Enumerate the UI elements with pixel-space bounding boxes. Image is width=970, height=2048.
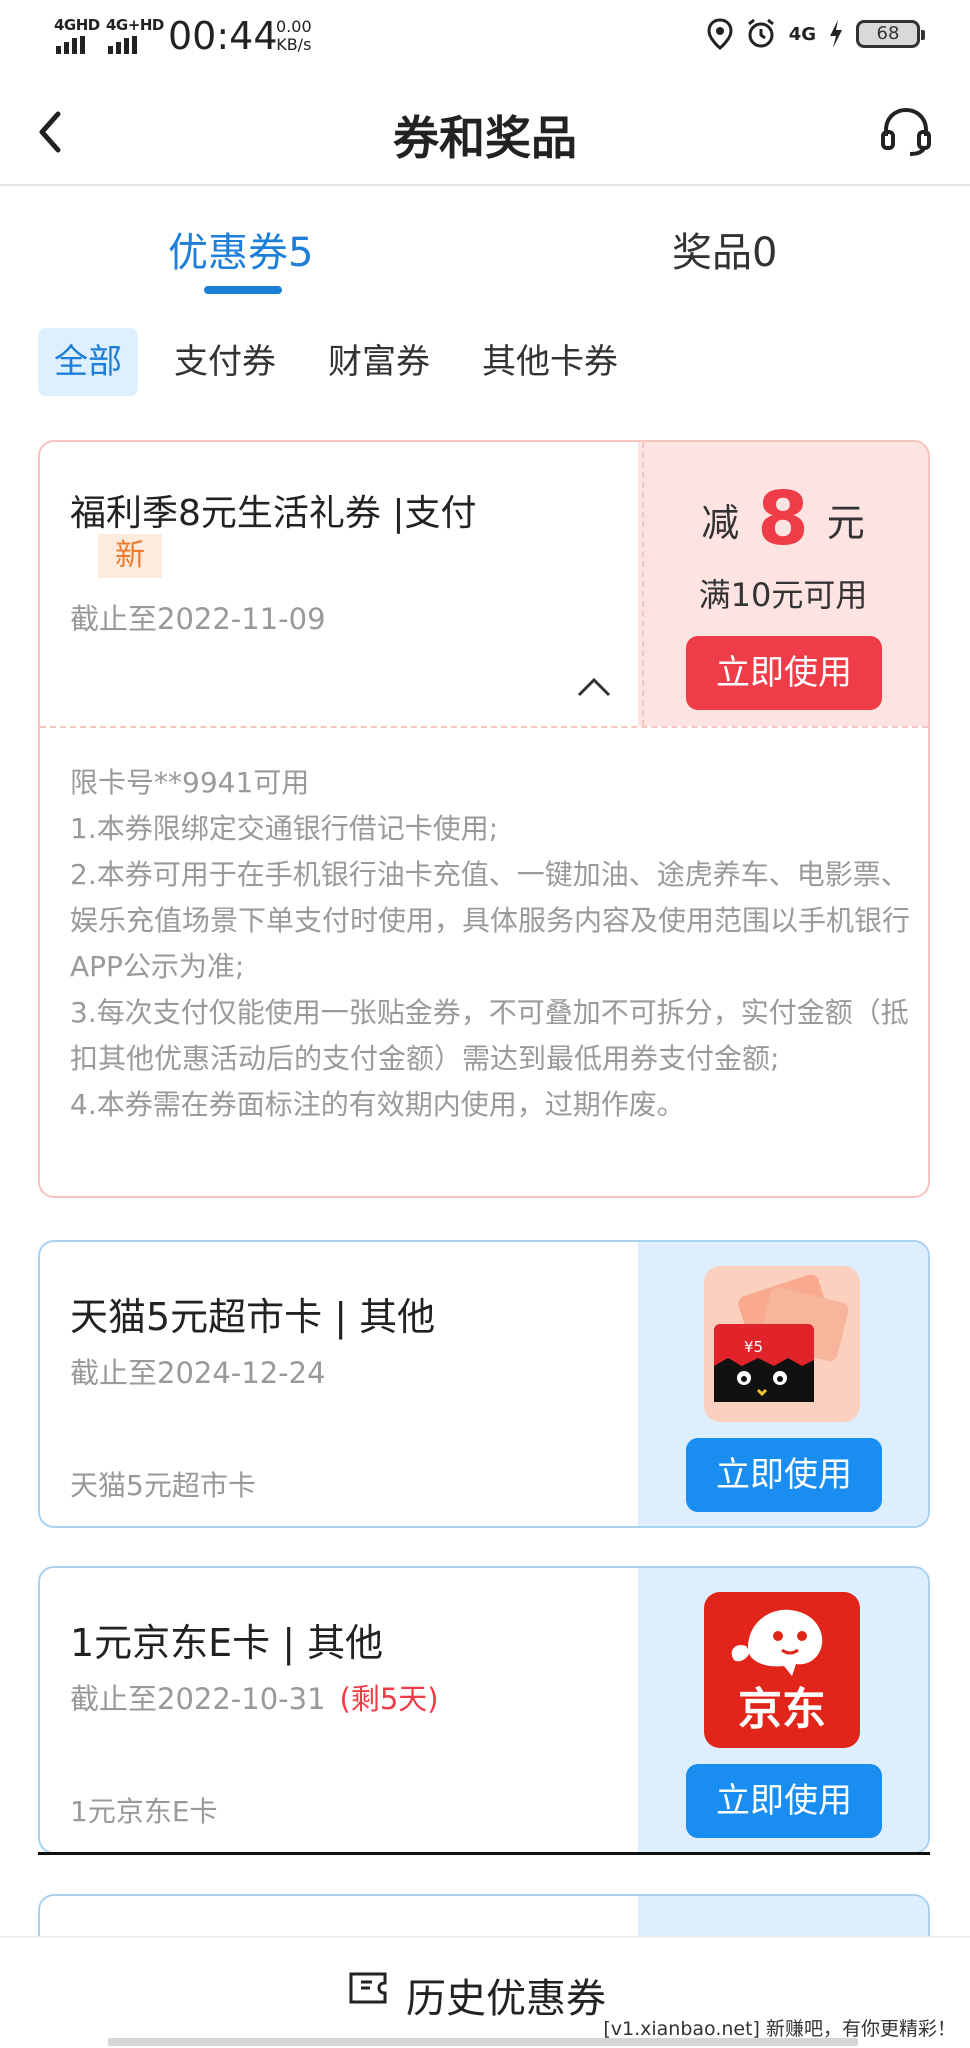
- coupon-subtitle: 1元京东E卡: [70, 1795, 218, 1828]
- net-speed-unit: KB/s: [276, 35, 312, 54]
- details-separator: [40, 726, 928, 728]
- use-now-button[interactable]: 立即使用: [686, 1764, 882, 1838]
- jd-logo-text: 京东: [738, 1684, 826, 1735]
- coupon-expiry: 截止至2024-12-24: [70, 1356, 326, 1390]
- detail-line: 2.本券可用于在手机银行油卡充值、一键加油、途虎养车、电影票、娱乐充值场景下单支…: [70, 858, 911, 983]
- history-coupons-link[interactable]: 历史优惠券: [406, 1966, 606, 2024]
- amount-unit: 元: [826, 501, 865, 545]
- coupon-info: 天猫5元超市卡 | 其他 截止至2024-12-24 天猫5元超市卡: [40, 1242, 642, 1526]
- coupon-expiry: 截止至2022-10-31 (剩5天): [70, 1676, 439, 1718]
- status-bar: 4GHD 4G+HD 00:44 0.00 KB/s 4G 68: [0, 0, 970, 78]
- tmall-card-image: ¥5: [704, 1266, 860, 1422]
- coupon-action-panel: 京东 立即使用: [638, 1568, 928, 1852]
- home-indicator: [108, 2038, 858, 2046]
- alarm-icon: [747, 18, 774, 48]
- status-icons: 4G 68: [707, 18, 925, 50]
- charging-icon: [830, 20, 842, 48]
- net-speed: 0.00 KB/s: [276, 18, 312, 54]
- reduce-label: 减: [701, 501, 740, 545]
- coupon-info: 1元京东E卡 | 其他 截止至2022-10-31 (剩5天) 1元京东E卡: [40, 1568, 642, 1852]
- filter-payment[interactable]: 支付券: [158, 328, 292, 396]
- coupon-title: 1元京东E卡 | 其他: [70, 1621, 384, 1665]
- card-divider: [642, 442, 644, 726]
- customer-service-icon[interactable]: [878, 102, 934, 158]
- coupon-title: 天猫5元超市卡 | 其他: [70, 1295, 436, 1339]
- bottom-bar: 历史优惠券 [v1.xianbao.net] 新赚吧，有你更精彩！: [0, 1936, 970, 2048]
- coupon-amount: 减8元: [638, 476, 928, 562]
- signal-label-1: 4GHD: [54, 16, 100, 34]
- coupon-condition: 满10元可用: [698, 576, 868, 614]
- coupon-title: 福利季8元生活礼券 |支付: [70, 493, 477, 534]
- page-title: 券和奖品: [393, 111, 577, 165]
- signal-label-2: 4G+HD: [106, 16, 164, 34]
- detail-line: 4.本券需在券面标注的有效期内使用，过期作废。: [70, 1088, 685, 1121]
- nav-bar: 券和奖品: [0, 78, 970, 186]
- tab-coupons[interactable]: 优惠券5: [168, 220, 313, 278]
- coupon-card[interactable]: 天猫5元超市卡 | 其他 截止至2024-12-24 天猫5元超市卡 ¥5 立即…: [38, 1240, 930, 1528]
- coupon-card-header: 福利季8元生活礼券 |支付 新 截止至2022-11-09 减8元 满10元可用…: [40, 442, 928, 726]
- watermark: [v1.xianbao.net] 新赚吧，有你更精彩！: [599, 2014, 960, 2041]
- detail-line: 3.每次支付仅能使用一张贴金券，不可叠加不可拆分，实付金额（抵扣其他优惠活动后的…: [70, 996, 909, 1075]
- main-tabs: 优惠券5 奖品0: [0, 186, 970, 298]
- tab-prizes[interactable]: 奖品0: [672, 220, 777, 278]
- detail-line: 1.本券限绑定交通银行借记卡使用;: [70, 812, 499, 845]
- use-now-button[interactable]: 立即使用: [686, 636, 882, 710]
- coupon-expiry: 截止至2022-11-09: [70, 602, 326, 636]
- coupon-subtitle: 天猫5元超市卡: [70, 1469, 256, 1502]
- filter-other-cards[interactable]: 其他卡券: [466, 328, 634, 396]
- filter-chips: 全部 支付券 财富券 其他卡券: [38, 328, 634, 396]
- jd-logo-image: 京东: [704, 1592, 860, 1748]
- coupon-card[interactable]: 福利季8元生活礼券 |支付 新 截止至2022-11-09 减8元 满10元可用…: [38, 440, 930, 1198]
- coupon-details: 限卡号**9941可用 1.本券限绑定交通银行借记卡使用; 2.本券可用于在手机…: [70, 760, 910, 1128]
- filter-all[interactable]: 全部: [38, 328, 138, 396]
- tmall-card-price: ¥5: [744, 1338, 763, 1356]
- net-speed-value: 0.00: [276, 17, 312, 36]
- filter-wealth[interactable]: 财富券: [312, 328, 446, 396]
- signal-bars-icon: [56, 36, 85, 54]
- coupon-action-panel: ¥5 立即使用: [638, 1242, 928, 1526]
- days-remaining: (剩5天): [339, 1682, 439, 1716]
- new-badge: 新: [98, 534, 162, 578]
- coupon-value-panel: 减8元 满10元可用 立即使用: [638, 442, 928, 726]
- battery-icon: 68: [856, 20, 925, 48]
- signal-bars-icon: [108, 36, 137, 54]
- use-now-button[interactable]: 立即使用: [686, 1438, 882, 1512]
- detail-line: 限卡号**9941可用: [70, 766, 310, 799]
- scroll-divider-line: [38, 1852, 930, 1855]
- coupon-card[interactable]: 1元京东E卡 | 其他 截止至2022-10-31 (剩5天) 1元京东E卡 京东…: [38, 1566, 930, 1854]
- network-type: 4G: [788, 23, 816, 45]
- active-tab-indicator: [204, 286, 282, 294]
- location-icon: [707, 18, 733, 50]
- expiry-date: 截止至2022-10-31: [70, 1682, 326, 1716]
- amount-value: 8: [757, 476, 809, 562]
- collapse-chevron-up-icon[interactable]: [576, 676, 612, 698]
- clock: 00:44: [168, 14, 278, 58]
- history-coupon-icon[interactable]: [348, 1970, 388, 2006]
